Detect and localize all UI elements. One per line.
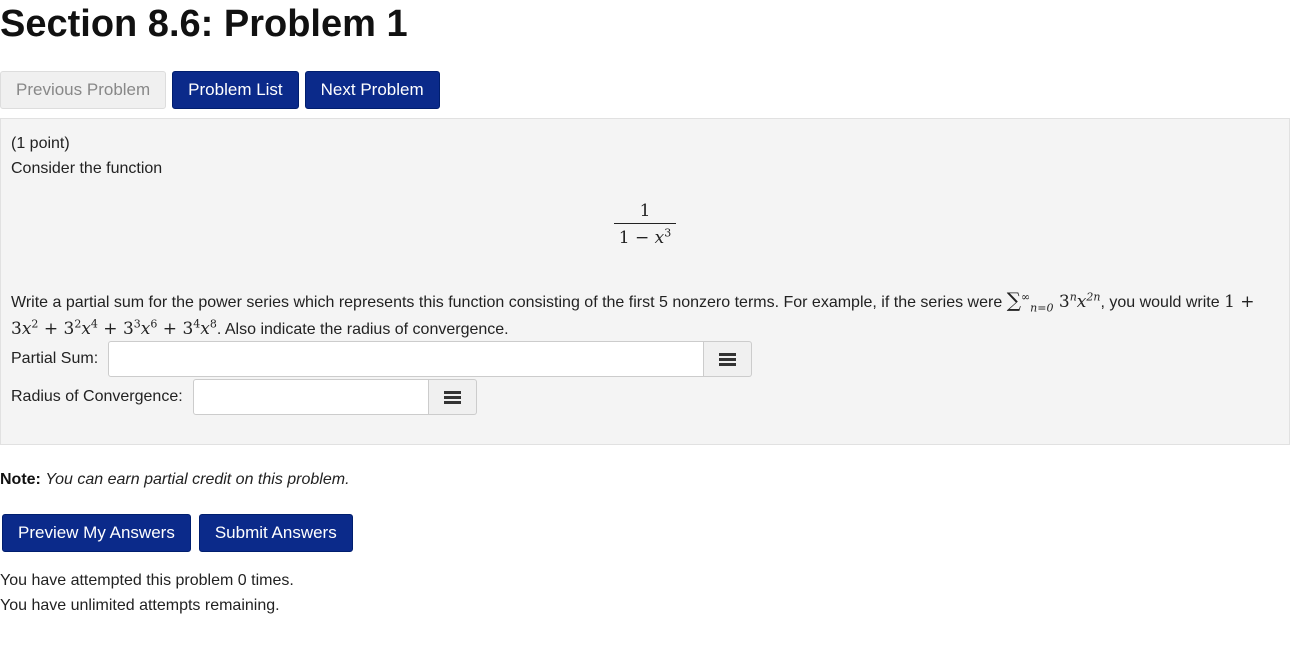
radius-row: Radius of Convergence: (11, 379, 477, 415)
grid-icon (443, 390, 461, 404)
submit-answers-button[interactable]: Submit Answers (198, 514, 353, 552)
problem-navigation: Previous Problem Problem List Next Probl… (0, 71, 440, 109)
fraction-numerator: 1 (614, 199, 676, 224)
partial-sum-row: Partial Sum: (11, 341, 753, 377)
preview-answers-button[interactable]: Preview My Answers (2, 514, 191, 552)
note-label: Note: (0, 471, 41, 488)
previous-problem-button[interactable]: Previous Problem (0, 71, 167, 109)
example-series: ∑∞n=0 3nx2n (1006, 288, 1101, 315)
partial-sum-equation-editor-button[interactable] (704, 341, 753, 377)
grid-icon (719, 352, 737, 366)
radius-label: Radius of Convergence: (11, 388, 183, 405)
page-title: Section 8.6: Problem 1 (0, 3, 408, 45)
problem-list-button[interactable]: Problem List (172, 71, 299, 109)
attempt-status: You have attempted this problem 0 times.… (0, 568, 294, 618)
problem-body: (1 point) Consider the function 1 1 − x3… (0, 118, 1290, 445)
problem-intro: (1 point) Consider the function (11, 131, 162, 181)
problem-instructions: Write a partial sum for the power series… (11, 288, 1255, 339)
next-problem-button[interactable]: Next Problem (304, 71, 440, 109)
attempted-count: You have attempted this problem 0 times. (0, 572, 294, 589)
radius-equation-editor-button[interactable] (428, 379, 477, 415)
attempts-remaining: You have unlimited attempts remaining. (0, 597, 280, 614)
partial-credit-note: Note: You can earn partial credit on thi… (0, 471, 350, 489)
radius-input[interactable] (192, 379, 429, 415)
partial-sum-label: Partial Sum: (11, 350, 99, 367)
fraction-denominator: 1 − x3 (618, 226, 672, 248)
points-label: (1 point) (11, 135, 70, 152)
answer-actions: Preview My Answers Submit Answers (2, 514, 353, 552)
intro-text: Consider the function (11, 160, 163, 177)
function-fraction: 1 1 − x3 (614, 199, 676, 250)
partial-sum-input[interactable] (108, 341, 705, 377)
note-text: You can earn partial credit on this prob… (45, 471, 350, 488)
